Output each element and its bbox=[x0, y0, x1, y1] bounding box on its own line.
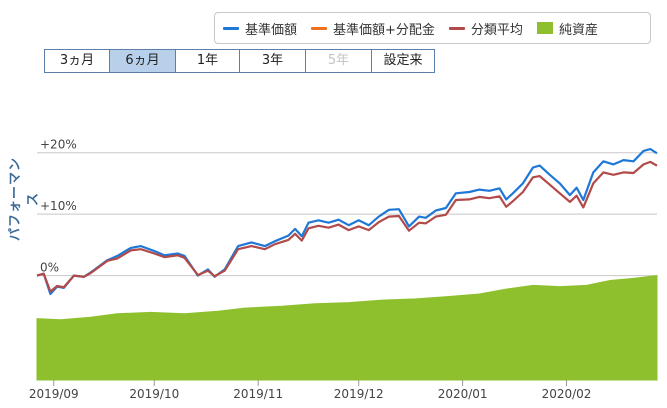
y-axis-title: パフォーマンス bbox=[8, 157, 41, 242]
period-3-months-button[interactable]: 3ヵ月 bbox=[45, 50, 109, 72]
net-assets-area-shape bbox=[36, 275, 658, 381]
x-tick-label: 2020/02 bbox=[542, 387, 592, 401]
y-tick-label: +20% bbox=[40, 138, 77, 152]
y-tick-labels: +20% +10% 0% bbox=[40, 138, 77, 275]
legend-item-net-assets[interactable]: 純資産 bbox=[536, 19, 598, 38]
legend-item-category-average[interactable]: 分類平均 bbox=[448, 19, 523, 38]
legend-item-base-plus-dividend[interactable]: 基準価額+分配金 bbox=[311, 19, 435, 38]
x-tick-label: 2020/01 bbox=[438, 387, 488, 401]
period-1-year-button[interactable]: 1年 bbox=[175, 50, 239, 72]
legend-label: 分類平均 bbox=[470, 22, 523, 38]
legend-swatch bbox=[448, 26, 465, 30]
period-selector: 3ヵ月 6ヵ月 1年 3年 5年 設定来 bbox=[44, 49, 435, 73]
period-3-years-button[interactable]: 3年 bbox=[239, 50, 305, 72]
category_avg-line bbox=[36, 160, 658, 293]
period-5-years-button: 5年 bbox=[305, 50, 371, 72]
x-tick-labels: 2019/09 2019/10 2019/11 2019/12 2020/01 2020/… bbox=[29, 380, 592, 401]
legend-label: 純資産 bbox=[558, 22, 598, 38]
net-assets-area bbox=[36, 275, 658, 381]
base-line bbox=[36, 147, 658, 296]
x-tick-label: 2019/09 bbox=[29, 387, 79, 401]
chart-legend: 基準価額 基準価額+分配金 分類平均 純資産 bbox=[214, 12, 651, 44]
legend-swatch bbox=[223, 26, 239, 30]
legend-label: 基準価額+分配金 bbox=[333, 22, 435, 38]
y-tick-label: +10% bbox=[40, 199, 77, 213]
legend-swatch bbox=[536, 22, 553, 34]
x-tick-label: 2019/12 bbox=[334, 387, 384, 401]
x-tick-label: 2019/10 bbox=[129, 387, 179, 401]
x-tick-label: 2019/11 bbox=[233, 387, 283, 401]
legend-label: 基準価額 bbox=[245, 22, 298, 38]
legend-item-base[interactable]: 基準価額 bbox=[223, 19, 297, 38]
period-6-months-button[interactable]: 6ヵ月 bbox=[109, 50, 175, 72]
series-lines bbox=[36, 147, 658, 296]
period-since-inception-button[interactable]: 設定来 bbox=[371, 50, 434, 72]
y-tick-label: 0% bbox=[40, 261, 59, 275]
legend-swatch bbox=[311, 26, 328, 30]
